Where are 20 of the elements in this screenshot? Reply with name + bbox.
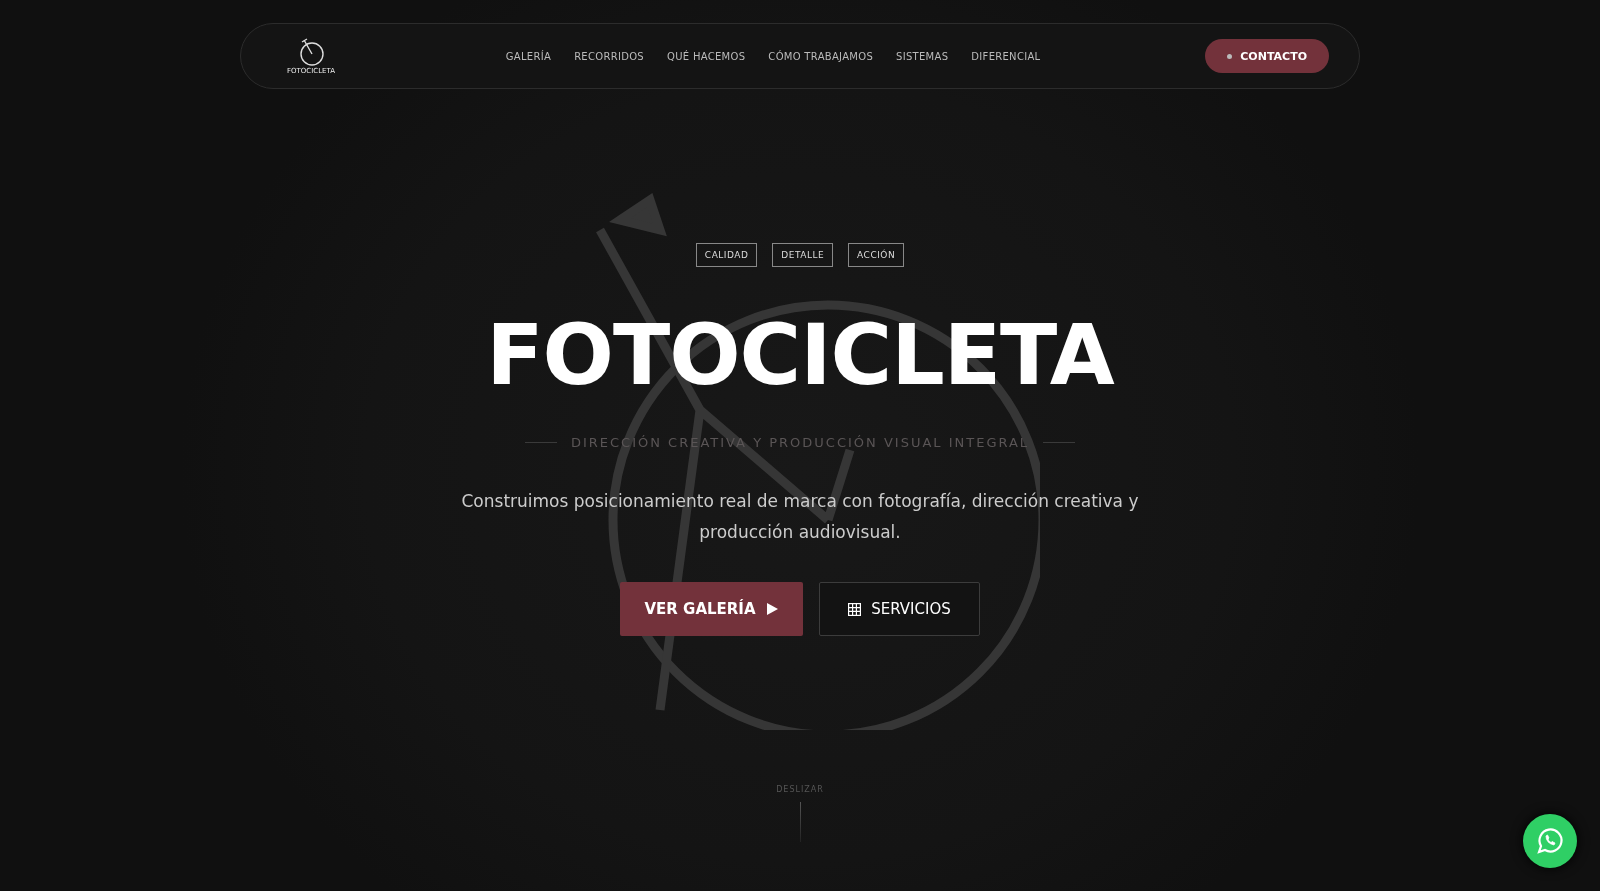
nav-link[interactable]: GALERÍA bbox=[505, 50, 552, 62]
scroll-hint: DESLIZAR bbox=[776, 785, 824, 794]
nav-link[interactable]: CÓMO TRABAJAMOS bbox=[768, 50, 874, 62]
contact-button[interactable]: CONTACTO bbox=[1205, 39, 1329, 73]
hero-description: Construimos posicionamiento real de marca con fotografía, dirección creativa y producción audiovisual. bbox=[460, 490, 1140, 544]
chat-phone-icon bbox=[1535, 826, 1565, 856]
hero-subtitle: DIRECCIÓN CREATIVA Y PRODUCCIÓN VISUAL INTEGRAL bbox=[570, 435, 1030, 450]
tag: ACCIÓN bbox=[848, 243, 905, 267]
nav-link[interactable]: DIFERENCIAL bbox=[971, 50, 1041, 62]
whatsapp-button[interactable] bbox=[1523, 814, 1577, 868]
tag: CALIDAD bbox=[695, 243, 758, 267]
play-icon bbox=[765, 602, 779, 616]
gallery-button[interactable]: VER GALERÍA bbox=[620, 582, 803, 636]
hero-title: FOTOCICLETA bbox=[486, 313, 1114, 397]
tag: DETALLE bbox=[772, 243, 834, 267]
nav-link[interactable]: SISTEMAS bbox=[896, 50, 949, 62]
grid-icon bbox=[848, 602, 862, 616]
nav-link[interactable]: QUÉ HACEMOS bbox=[667, 50, 746, 62]
services-button[interactable]: SERVICIOS bbox=[819, 582, 980, 636]
nav-link[interactable]: RECORRIDOS bbox=[574, 50, 644, 62]
